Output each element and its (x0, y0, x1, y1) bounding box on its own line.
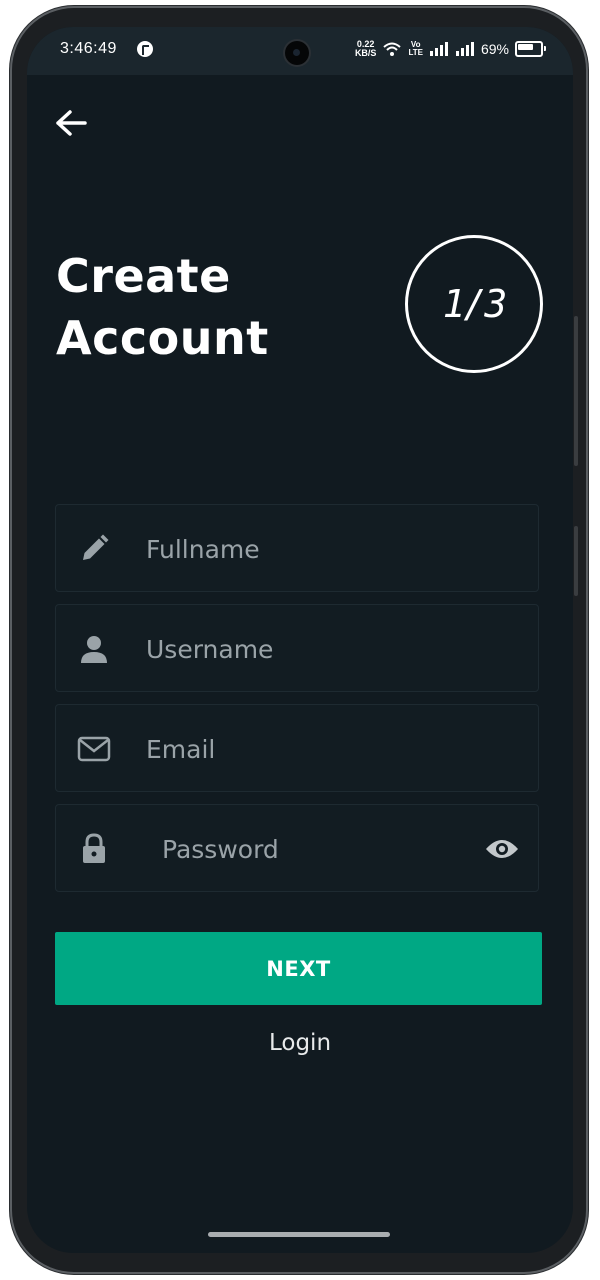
username-input[interactable] (144, 627, 448, 671)
signal-icon-1 (429, 42, 448, 56)
battery-icon (515, 41, 546, 57)
pencil-icon (76, 531, 112, 567)
arrow-left-icon (56, 110, 87, 136)
title-line-1: Create (56, 249, 231, 303)
network-speed-unit: KB/S (354, 48, 377, 58)
volte-indicator: Vo LTE (408, 41, 423, 57)
next-button[interactable]: NEXT (55, 932, 542, 1005)
status-time: 3:46:49 (60, 40, 117, 57)
step-indicator: 1/3 (405, 235, 543, 373)
wifi-icon (383, 42, 402, 56)
network-speed: 0.22 KB/S (355, 40, 377, 58)
back-button[interactable] (51, 105, 91, 141)
step-text: 1/3 (442, 282, 508, 326)
app-screen: 3:46:49 0.22 KB/S Vo LTE 69% Create Acco… (27, 27, 573, 1253)
email-field[interactable] (55, 704, 539, 792)
power-button (574, 526, 578, 596)
email-input[interactable] (144, 727, 448, 771)
fullname-field[interactable] (55, 504, 539, 592)
envelope-icon (76, 731, 112, 767)
status-icons: 0.22 KB/S Vo LTE 69% (355, 40, 546, 58)
notification-app-icon (137, 41, 153, 57)
battery-percent: 69% (480, 41, 509, 57)
title-line-2: Account (56, 311, 269, 365)
fullname-input[interactable] (144, 527, 448, 571)
lock-icon (76, 831, 112, 867)
person-icon (76, 631, 112, 667)
volte-bottom: LTE (408, 48, 423, 57)
eye-icon[interactable] (482, 831, 522, 867)
home-indicator[interactable] (208, 1232, 390, 1237)
signal-icon-2 (455, 42, 474, 56)
password-input[interactable] (160, 827, 464, 871)
username-field[interactable] (55, 604, 539, 692)
front-camera (285, 41, 309, 65)
volume-button (574, 316, 578, 466)
login-link[interactable]: Login (27, 1030, 573, 1056)
status-bar: 3:46:49 0.22 KB/S Vo LTE 69% (27, 27, 573, 75)
page-title: Create Account (56, 245, 269, 369)
password-field[interactable] (55, 804, 539, 892)
